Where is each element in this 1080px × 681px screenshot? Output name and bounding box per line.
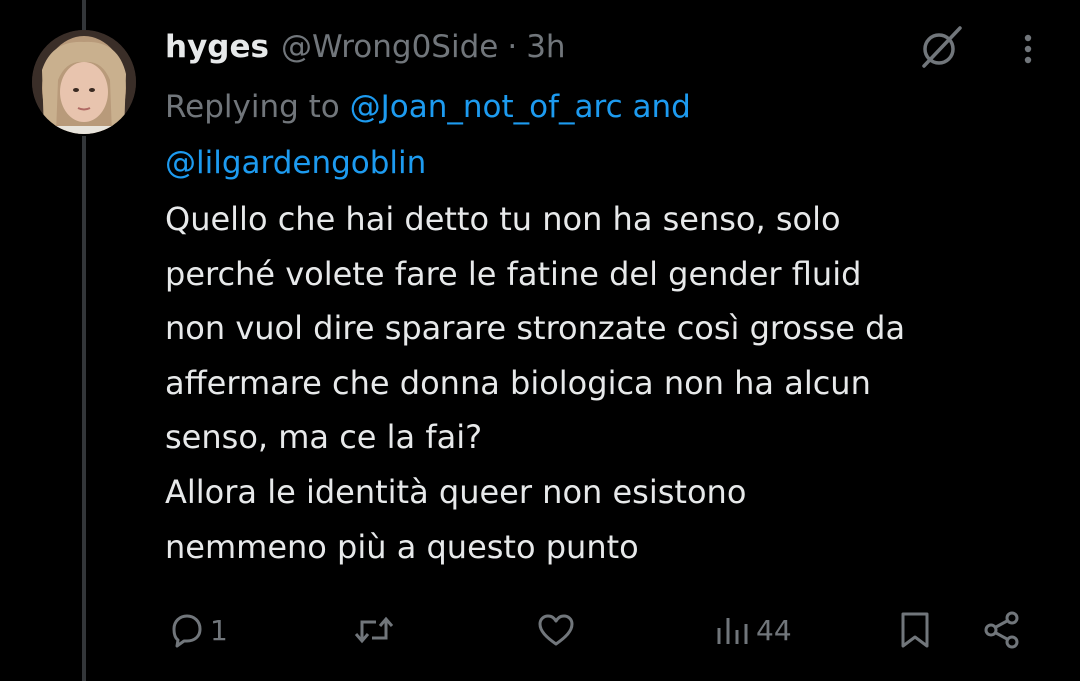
tweet-text: Quello che hai detto tu non ha senso, so…	[165, 192, 1055, 574]
tweet-text-line: affermare che donna biologica non ha alc…	[165, 363, 871, 402]
retweet-button[interactable]	[352, 606, 400, 654]
more-icon[interactable]	[1008, 26, 1048, 72]
reply-count: 1	[210, 613, 228, 647]
like-button[interactable]	[534, 606, 582, 654]
views-icon	[712, 610, 752, 650]
retweet-icon	[352, 610, 396, 650]
thread-connector-top	[82, 0, 86, 33]
tweet-text-line: perché volete fare le fatine del gender …	[165, 254, 862, 293]
replying-to: Replying to @Joan_not_of_arc and @lilgar…	[165, 79, 1045, 191]
share-icon	[980, 608, 1024, 652]
mention-link[interactable]: @Joan_not_of_arc	[350, 89, 623, 125]
tweet-text-line: Quello che hai detto tu non ha senso, so…	[165, 200, 841, 238]
reply-button[interactable]: 1	[166, 606, 228, 654]
timestamp[interactable]: 3h	[526, 29, 565, 65]
replying-prefix: Replying to	[165, 89, 350, 125]
share-button[interactable]	[980, 606, 1024, 654]
avatar[interactable]	[32, 30, 136, 134]
heart-icon	[534, 610, 578, 650]
grok-icon[interactable]	[916, 22, 966, 72]
bookmark-button[interactable]	[895, 606, 935, 654]
separator-dot: ·	[507, 29, 518, 65]
views-button[interactable]: 44	[712, 606, 792, 654]
reply-icon	[166, 610, 206, 650]
author-handle[interactable]: @Wrong0Side	[281, 29, 498, 65]
mention-link[interactable]: @lilgardengoblin	[165, 145, 426, 181]
tweet-text-line: nemmeno più a questo punto	[165, 527, 639, 566]
views-count: 44	[756, 613, 792, 647]
action-bar: 1 44	[0, 600, 1080, 660]
avatar-photo	[32, 30, 136, 134]
author-name[interactable]: hyges	[165, 29, 269, 65]
tweet-header: hyges @Wrong0Side · 3h	[165, 22, 566, 72]
mention-joiner: and	[622, 89, 691, 125]
tweet-text-line: non vuol dire sparare stronzate così gro…	[165, 309, 906, 348]
tweet-text-line: Allora le identità queer non esistono	[165, 472, 747, 511]
tweet-text-line: senso, ma ce la fai?	[165, 418, 483, 457]
bookmark-icon	[895, 608, 935, 652]
